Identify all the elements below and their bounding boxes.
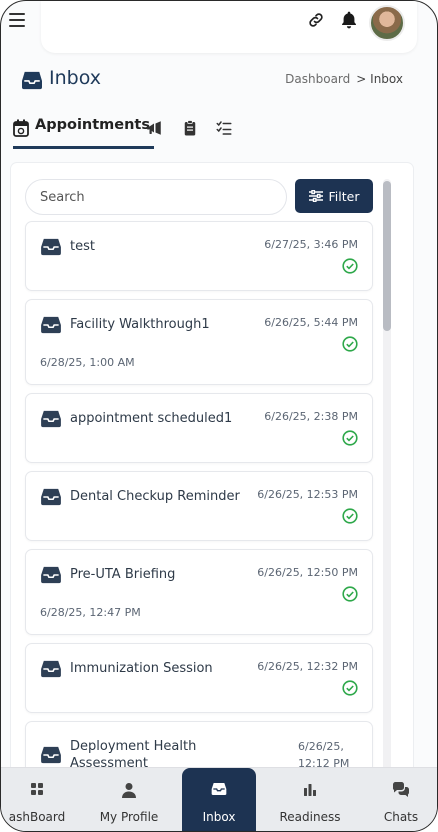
nav-label: Chats bbox=[383, 810, 419, 824]
list-item[interactable]: test 6/27/25, 3:46 PM bbox=[25, 221, 373, 291]
page-title: Inbox bbox=[49, 67, 101, 89]
item-date: 6/26/25, 12:32 PM bbox=[257, 660, 358, 673]
item-title: Immunization Session bbox=[70, 661, 213, 676]
inbox-icon bbox=[22, 71, 42, 90]
inbox-icon bbox=[41, 566, 61, 584]
item-date: 6/26/25, 5:44 PM bbox=[264, 316, 358, 329]
hamburger-icon[interactable] bbox=[9, 13, 25, 27]
nav-inbox[interactable]: Inbox bbox=[182, 768, 256, 831]
nav-dashboard[interactable]: ashBoard bbox=[1, 768, 73, 831]
nav-label: My Profile bbox=[99, 810, 159, 824]
item-title: Dental Checkup Reminder bbox=[70, 489, 240, 504]
check-circle-icon bbox=[342, 586, 358, 602]
item-date: 6/26/25, 12:50 PM bbox=[257, 566, 358, 579]
breadcrumb-current: Inbox bbox=[370, 72, 403, 86]
inbox-icon bbox=[41, 488, 61, 506]
grid-icon bbox=[31, 783, 43, 795]
nav-label: Inbox bbox=[202, 810, 236, 824]
list-item[interactable]: appointment scheduled1 6/26/25, 2:38 PM bbox=[25, 393, 373, 463]
item-date: 6/27/25, 3:46 PM bbox=[264, 238, 358, 251]
inbox-icon bbox=[211, 783, 227, 795]
top-bar bbox=[1, 1, 437, 57]
item-scheduled-date: 6/28/25, 12:47 PM bbox=[40, 606, 141, 619]
bell-icon[interactable] bbox=[339, 10, 359, 30]
list-item[interactable]: Pre-UTA Briefing 6/26/25, 12:50 PM 6/28/… bbox=[25, 549, 373, 635]
check-circle-icon bbox=[342, 508, 358, 524]
breadcrumb-dashboard[interactable]: Dashboard bbox=[285, 72, 350, 86]
appointments-panel: Filter test 6/27/25, 3:46 PM Facility Wa… bbox=[11, 163, 413, 783]
item-title: appointment scheduled1 bbox=[70, 411, 233, 426]
bottom-navigation: ashBoard My Profile Inbox Readiness Chat… bbox=[1, 767, 437, 831]
filter-label: Filter bbox=[328, 188, 360, 204]
person-icon bbox=[122, 783, 136, 798]
list-item[interactable]: Dental Checkup Reminder 6/26/25, 12:53 P… bbox=[25, 471, 373, 541]
bar-chart-icon bbox=[304, 784, 316, 796]
nav-readiness[interactable]: Readiness bbox=[269, 768, 351, 831]
chat-bubbles-icon bbox=[392, 782, 409, 797]
item-scheduled-date: 6/28/25, 1:00 AM bbox=[40, 356, 135, 369]
page-header: Inbox Dashboard > Inbox bbox=[21, 67, 411, 95]
item-title: test bbox=[70, 239, 95, 254]
checklist-icon[interactable] bbox=[215, 119, 233, 137]
app-frame: Inbox Dashboard > Inbox Appointments Sea… bbox=[0, 0, 438, 832]
nav-my-profile[interactable]: My Profile bbox=[87, 768, 171, 831]
search-input[interactable] bbox=[25, 179, 287, 215]
inbox-icon bbox=[41, 746, 61, 764]
tab-bar: Appointments bbox=[13, 115, 413, 149]
breadcrumb-separator: > bbox=[356, 72, 367, 86]
calendar-icon bbox=[13, 119, 29, 137]
inbox-icon bbox=[41, 238, 61, 256]
inbox-icon bbox=[41, 316, 61, 334]
user-avatar[interactable] bbox=[369, 5, 405, 41]
filter-button[interactable]: Filter bbox=[295, 179, 373, 213]
list-item[interactable]: Immunization Session 6/26/25, 12:32 PM bbox=[25, 643, 373, 713]
breadcrumb: Dashboard > Inbox bbox=[285, 72, 403, 86]
item-title: Pre-UTA Briefing bbox=[70, 567, 176, 582]
tab-appointments[interactable]: Appointments bbox=[13, 115, 154, 149]
megaphone-icon[interactable] bbox=[145, 119, 163, 137]
check-circle-icon bbox=[342, 336, 358, 352]
tab-appointments-label: Appointments bbox=[35, 117, 150, 133]
inbox-icon bbox=[41, 660, 61, 678]
scrollbar-thumb[interactable] bbox=[383, 181, 391, 331]
list-item[interactable]: Facility Walkthrough1 6/26/25, 5:44 PM 6… bbox=[25, 299, 373, 385]
check-circle-icon bbox=[342, 430, 358, 446]
nav-label: Readiness bbox=[279, 810, 341, 824]
nav-label: ashBoard bbox=[8, 810, 66, 824]
scrollbar[interactable] bbox=[383, 179, 391, 779]
inbox-icon bbox=[41, 410, 61, 428]
appointment-list: test 6/27/25, 3:46 PM Facility Walkthrou… bbox=[25, 221, 373, 783]
header-card bbox=[41, 1, 417, 53]
check-circle-icon bbox=[342, 680, 358, 696]
item-date: 6/26/25, 2:38 PM bbox=[264, 410, 358, 423]
sliders-icon bbox=[308, 190, 323, 202]
item-date: 6/26/25, 12:53 PM bbox=[257, 488, 358, 501]
check-circle-icon bbox=[342, 258, 358, 274]
nav-chats[interactable]: Chats bbox=[371, 768, 431, 831]
item-title: Facility Walkthrough1 bbox=[70, 317, 210, 332]
link-icon[interactable] bbox=[307, 11, 325, 29]
clipboard-icon[interactable] bbox=[181, 119, 199, 137]
